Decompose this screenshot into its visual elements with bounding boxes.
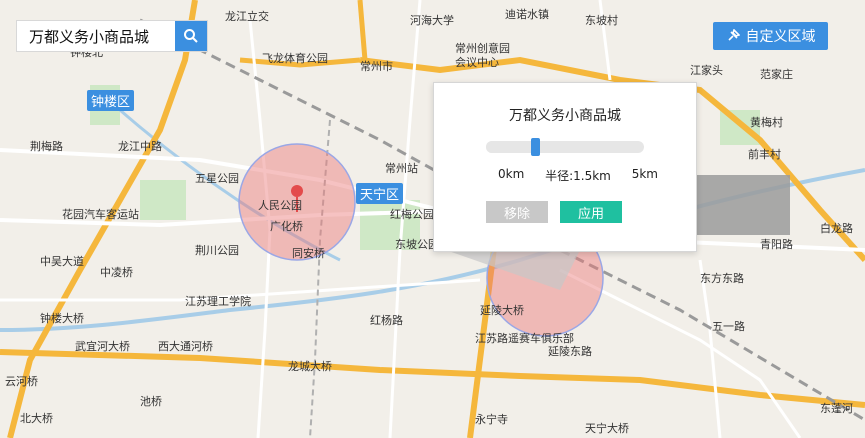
radius-value-label: 半径:1.5km xyxy=(545,169,611,183)
pin-icon xyxy=(727,29,740,41)
district-label-zhonglou: 钟楼区 xyxy=(87,90,135,111)
map-label: 池桥 xyxy=(140,395,162,408)
custom-region-button[interactable]: 自定义区域 xyxy=(713,22,828,50)
map-label: 常州创意园 xyxy=(455,41,510,55)
map-label: 西大通河桥 xyxy=(158,339,213,353)
map-label: 会议中心 xyxy=(455,56,499,69)
map-label: 青阳路 xyxy=(760,238,793,251)
slider-fill xyxy=(486,141,536,153)
map-label: 延陵东路 xyxy=(548,345,592,358)
map-label: 红杨路 xyxy=(370,313,403,327)
park-area xyxy=(140,180,186,220)
slider-thumb[interactable] xyxy=(530,138,540,156)
map-label: 前丰村 xyxy=(748,147,781,161)
map-label: 荆梅路 xyxy=(30,139,63,153)
map-label: 荆川公园 xyxy=(195,244,239,257)
slider-labels: 0km 半径:1.5km 5km xyxy=(498,167,658,184)
custom-region-label: 自定义区域 xyxy=(745,29,816,45)
map-label: 河海大学 xyxy=(410,13,454,27)
map-label: 同安桥 xyxy=(292,246,325,260)
search-icon xyxy=(184,29,198,43)
map-label: 白龙路 xyxy=(820,221,853,235)
map-label: 江苏路遥赛车俱乐部 xyxy=(475,331,574,345)
map-label: 中凌桥 xyxy=(100,265,133,279)
map-label: 黄梅村 xyxy=(750,115,783,129)
map-label: 云河桥 xyxy=(5,375,38,388)
map-label: 红梅公园 xyxy=(390,207,434,221)
search-box: 万都义务小商品城 xyxy=(16,20,208,52)
map-label: 延陵大桥 xyxy=(480,303,524,317)
map-label: 中吴大道 xyxy=(40,254,84,268)
map-label: 永宁寺 xyxy=(475,412,508,426)
map-label: 东蓬河 xyxy=(820,402,853,415)
district-label-tianning: 天宁区 xyxy=(356,183,404,204)
map-label: 东坡村 xyxy=(585,13,618,27)
search-button[interactable] xyxy=(175,21,207,51)
apply-button[interactable]: 应用 xyxy=(560,201,622,223)
map-frame[interactable]: 龙江立交 河海大学 迪诺水镇 东坡村 飞龙体育公园 常州市 常州创意园 会议中心… xyxy=(0,0,865,438)
radius-slider[interactable] xyxy=(486,138,644,156)
map-label: 龙江立交 xyxy=(225,9,269,23)
map-label: 天宁大桥 xyxy=(585,421,629,435)
map-label: 龙江中路 xyxy=(118,140,162,153)
map-label: 北大桥 xyxy=(20,411,53,425)
map-label: 江家头 xyxy=(690,63,723,77)
map-label: 武宜河大桥 xyxy=(75,339,130,353)
map-label: 飞龙体育公园 xyxy=(262,51,328,65)
radius-popup: 万都义务小商品城 0km 半径:1.5km 5km 移除 应用 xyxy=(433,82,697,252)
map-label: 五一路 xyxy=(712,320,745,333)
map-label: 常州站 xyxy=(385,161,418,175)
map-label: 范家庄 xyxy=(760,67,793,81)
slider-max-label: 5km xyxy=(631,167,658,181)
map-label: 东方东路 xyxy=(700,271,744,285)
slider-min-label: 0km xyxy=(498,167,525,181)
popup-shadow xyxy=(694,175,790,235)
map-label: 常州市 xyxy=(360,59,393,73)
map-label: 江苏理工学院 xyxy=(185,294,251,308)
popup-title: 万都义务小商品城 xyxy=(509,108,621,124)
remove-button[interactable]: 移除 xyxy=(486,201,548,223)
map-label: 迪诺水镇 xyxy=(505,7,549,21)
map-label: 人民公园 xyxy=(258,199,302,212)
search-input[interactable]: 万都义务小商品城 xyxy=(17,26,175,47)
map-label: 花园汽车客运站 xyxy=(62,207,139,221)
map-label: 钟楼大桥 xyxy=(40,311,84,325)
map-label: 龙城大桥 xyxy=(288,359,332,373)
map-label: 五星公园 xyxy=(195,172,239,185)
map-label: 广化桥 xyxy=(270,219,303,233)
